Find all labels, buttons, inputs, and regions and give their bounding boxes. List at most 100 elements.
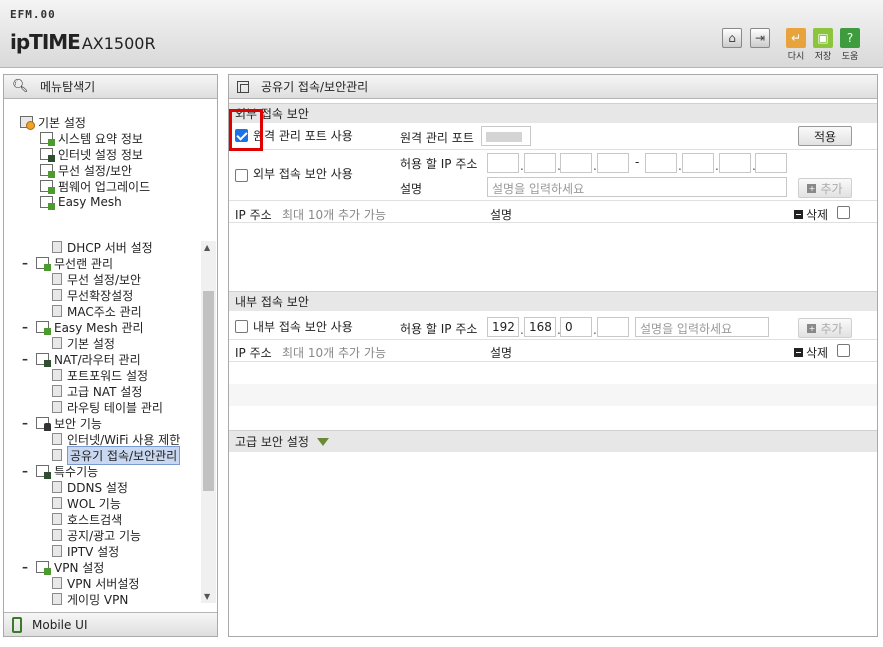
external-add-button[interactable]: + 추가 <box>798 178 852 198</box>
tree-label: 무선 설정/보안 <box>67 272 142 287</box>
collapse-icon[interactable]: – <box>22 320 36 334</box>
refresh-button[interactable]: ↵ <box>786 28 806 48</box>
tree-item-nat-router[interactable]: – NAT/라우터 관리 <box>22 351 141 367</box>
internal-security-checkbox[interactable] <box>235 320 248 333</box>
apply-button[interactable]: 적용 <box>798 126 852 146</box>
tree-item-wireless-settings[interactable]: 무선 설정/보안 <box>52 271 141 287</box>
header-bar: EFM.00 ipTIME AX1500R ⌂ ⇥ ↵ 다시 ▣ 저장 ? 도움 <box>0 0 883 68</box>
ext-ip-start-octet-4[interactable] <box>597 153 629 173</box>
ext-delete-control[interactable]: 삭제 <box>794 206 828 223</box>
tree-item-advanced-nat[interactable]: 고급 NAT 설정 <box>52 383 142 399</box>
page-title: 공유기 접속/보안관리 <box>261 80 369 94</box>
int-select-all-checkbox[interactable] <box>837 344 850 357</box>
ext-ip-end-octet-3[interactable] <box>719 153 751 173</box>
help-button[interactable]: ? <box>840 28 860 48</box>
tree-item-wireless-extension[interactable]: 무선확장설정 <box>52 287 133 303</box>
tree-item-vpn[interactable]: – VPN 설정 <box>22 559 104 575</box>
help-icon: ? <box>846 31 854 45</box>
int-ip-octet-1[interactable]: 192 <box>487 317 519 337</box>
mobile-ui-link[interactable]: Mobile UI <box>4 612 217 636</box>
scrollbar-thumb[interactable] <box>203 291 214 491</box>
advanced-security-header[interactable]: 고급 보안 설정 <box>229 430 877 452</box>
menu-explorer-panel: 🔍︎ 메뉴탐색기 기본 설정 시스템 요약 정보 인터넷 설정 정보 무선 설정… <box>3 74 218 637</box>
expand-triangle-icon[interactable] <box>316 437 329 446</box>
ext-table-ip-note: 최대 10개 추가 가능 <box>282 208 386 222</box>
ext-ip-start-octet-3[interactable] <box>560 153 592 173</box>
tree-item-easymesh-manage[interactable]: – Easy Mesh 관리 <box>22 319 144 335</box>
tree-item-mac-manage[interactable]: MAC주소 관리 <box>52 303 142 319</box>
remote-port-label: 원격 관리 포트 <box>400 131 474 145</box>
tree-item-router-access-security[interactable]: 공유기 접속/보안관리 <box>52 445 181 465</box>
int-ip-octet-3[interactable]: 0 <box>560 317 592 337</box>
delete-icon <box>794 210 803 219</box>
tree-item-vpn-server[interactable]: VPN 서버설정 <box>52 575 139 591</box>
scroll-down-icon[interactable]: ▼ <box>204 592 210 601</box>
mobile-ui-label: Mobile UI <box>32 617 88 632</box>
tree-item-special-features[interactable]: – 특수기능 <box>22 463 98 479</box>
collapse-icon[interactable]: – <box>22 256 36 270</box>
tree-item-gaming-vpn[interactable]: 게이밍 VPN <box>52 591 128 607</box>
remote-port-input[interactable] <box>481 126 531 146</box>
refresh-label: 다시 <box>787 52 805 62</box>
ext-ip-start-octet-1[interactable] <box>487 153 519 173</box>
int-ip-octet-2[interactable]: 168 <box>524 317 556 337</box>
external-desc-input[interactable]: 설명을 입력하세요 <box>487 177 787 197</box>
tree-scrollbar[interactable]: ▲ ▼ <box>201 241 216 603</box>
internal-allowed-ip-label: 허용 할 IP 주소 <box>400 322 478 336</box>
external-security-checkbox[interactable] <box>235 169 248 182</box>
tree-item-notice-ad[interactable]: 공지/광고 기능 <box>52 527 141 543</box>
save-icon: ▣ <box>817 31 829 45</box>
home-button[interactable]: ⌂ <box>722 28 742 48</box>
tree-item-mesh-basic[interactable]: 기본 설정 <box>52 335 115 351</box>
page-icon <box>52 545 62 557</box>
tree-label: 공지/광고 기능 <box>67 528 142 543</box>
tree-item-port-forward[interactable]: 포트포워드 설정 <box>52 367 148 383</box>
collapse-icon[interactable]: – <box>22 416 36 430</box>
save-label: 저장 <box>814 52 832 62</box>
int-delete-control[interactable]: 삭제 <box>794 344 828 361</box>
tree-label: IPTV 설정 <box>67 544 120 559</box>
page-icon <box>52 593 62 605</box>
internal-desc-input[interactable]: 설명을 입력하세요 <box>635 317 769 337</box>
ext-ip-end-octet-2[interactable] <box>682 153 714 173</box>
collapse-icon[interactable]: – <box>22 352 36 366</box>
tree-label: 게이밍 VPN <box>67 592 129 607</box>
logout-button[interactable]: ⇥ <box>750 28 770 48</box>
window-icon <box>237 80 249 93</box>
model-name: AX1500R <box>81 34 156 53</box>
page-icon <box>52 513 62 525</box>
mobile-icon <box>12 616 22 633</box>
ext-select-all-checkbox[interactable] <box>837 206 850 219</box>
page-icon <box>52 433 62 445</box>
page-icon <box>52 401 62 413</box>
internal-add-button[interactable]: + 추가 <box>798 318 852 338</box>
int-ip-octet-4[interactable] <box>597 317 629 337</box>
tree-item-routing-table[interactable]: 라우팅 테이블 관리 <box>52 399 163 415</box>
ext-ip-end-octet-4[interactable] <box>755 153 787 173</box>
tree-item-iptv[interactable]: IPTV 설정 <box>52 543 119 559</box>
page-icon <box>52 497 62 509</box>
add-label: 추가 <box>820 181 843 196</box>
add-label: 추가 <box>820 321 843 336</box>
divider <box>229 339 877 340</box>
tree-item-ddns[interactable]: DDNS 설정 <box>52 479 128 495</box>
save-button[interactable]: ▣ <box>813 28 833 48</box>
collapse-icon[interactable]: – <box>22 560 36 574</box>
tree-item-host-search[interactable]: 호스트검색 <box>52 511 122 527</box>
help-label: 도움 <box>841 52 859 62</box>
wifi-folder-icon <box>36 257 51 271</box>
tree-item-security-features[interactable]: – 보안 기능 <box>22 415 102 431</box>
tree-item-dhcp[interactable]: DHCP 서버 설정 <box>52 239 153 255</box>
refresh-icon: ↵ <box>790 31 802 45</box>
delete-icon <box>794 348 803 357</box>
scroll-tree: DHCP 서버 설정 – 무선랜 관리 무선 설정/보안 무선확장설정 MAC주소… <box>4 75 200 615</box>
scroll-up-icon[interactable]: ▲ <box>204 243 210 252</box>
tree-item-wlan-manage[interactable]: – 무선랜 관리 <box>22 255 113 271</box>
divider <box>229 149 877 150</box>
ext-ip-start-octet-2[interactable] <box>524 153 556 173</box>
tree-item-wol[interactable]: WOL 기능 <box>52 495 121 511</box>
tree-label: 기본 설정 <box>67 336 115 351</box>
collapse-icon[interactable]: – <box>22 464 36 478</box>
ext-ip-end-octet-1[interactable] <box>645 153 677 173</box>
page-icon <box>52 273 62 285</box>
